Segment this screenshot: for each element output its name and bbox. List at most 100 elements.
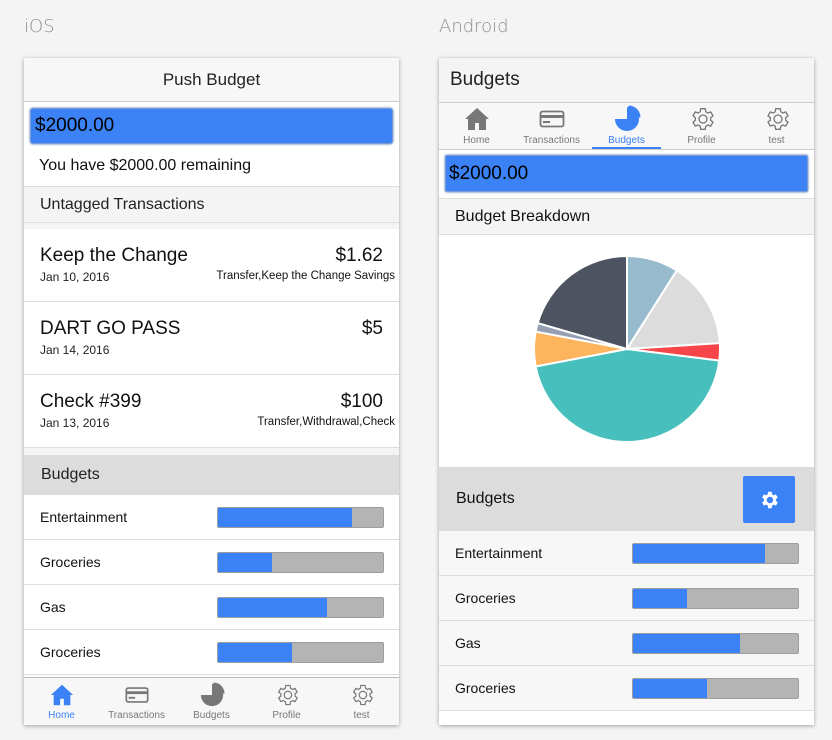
- tab-profile[interactable]: Profile: [664, 103, 739, 149]
- budget-breakdown-heading: Budget Breakdown: [439, 198, 814, 235]
- page-title: Push Budget: [24, 58, 399, 102]
- budget-progress-bar: [217, 507, 384, 528]
- transaction-date: Jan 13, 2016: [40, 416, 110, 430]
- tab-budgets[interactable]: Budgets: [174, 678, 249, 725]
- transaction-row[interactable]: Keep the Change Jan 10, 2016 $1.62 Trans…: [24, 229, 399, 302]
- page-title: Budgets: [439, 58, 814, 102]
- budget-row-entertainment[interactable]: Entertainment: [24, 495, 399, 540]
- tab-label: Profile: [272, 710, 301, 721]
- transaction-date: Jan 10, 2016: [40, 270, 110, 284]
- ios-screen: Push Budget You have $2000.00 remaining …: [24, 58, 399, 725]
- card-icon: [538, 105, 566, 133]
- tab-label: Home: [48, 710, 75, 721]
- budget-label: Entertainment: [455, 545, 543, 561]
- transaction-date: Jan 14, 2016: [40, 343, 110, 357]
- tab-label: Budgets: [608, 135, 645, 146]
- transaction-tags: Transfer,Withdrawal,Check: [257, 416, 395, 428]
- budget-row-entertainment[interactable]: Entertainment: [439, 531, 814, 576]
- tab-profile[interactable]: Profile: [249, 678, 324, 725]
- tab-label: test: [768, 135, 785, 146]
- transaction-amount: $1.62: [335, 245, 383, 266]
- gear-icon: [274, 682, 300, 708]
- budget-row-groceries[interactable]: Groceries: [439, 666, 814, 711]
- tab-transactions[interactable]: Transactions: [514, 103, 589, 149]
- tab-home[interactable]: Home: [24, 678, 99, 725]
- transaction-name: Check #399: [40, 391, 142, 412]
- budget-label: Entertainment: [40, 509, 128, 525]
- pie-icon: [613, 105, 641, 133]
- transaction-name: DART GO PASS: [40, 318, 181, 339]
- budget-row-groceries[interactable]: Groceries: [439, 576, 814, 621]
- budget-label: Groceries: [455, 590, 516, 606]
- budget-row-groceries[interactable]: Groceries: [24, 630, 399, 675]
- card-icon: [124, 682, 150, 708]
- budget-amount-input[interactable]: [30, 108, 393, 144]
- pie-icon: [199, 682, 225, 708]
- transaction-row[interactable]: DART GO PASS Jan 14, 2016 $5: [24, 302, 399, 375]
- budget-amount-input[interactable]: [445, 155, 808, 192]
- transaction-amount: $5: [361, 318, 383, 339]
- budgets-heading: Budgets: [456, 490, 515, 507]
- budgets-heading: Budgets: [24, 455, 399, 495]
- tab-transactions[interactable]: Transactions: [99, 678, 174, 725]
- budget-row-groceries[interactable]: Groceries: [24, 540, 399, 585]
- budget-label: Gas: [455, 635, 481, 651]
- budget-label: Gas: [40, 599, 66, 615]
- transaction-row[interactable]: Check #399 Jan 13, 2016 $100 Transfer,Wi…: [24, 375, 399, 448]
- budget-progress-bar: [217, 642, 384, 663]
- remaining-text: You have $2000.00 remaining: [39, 157, 252, 174]
- budget-breakdown-chart: [439, 235, 814, 467]
- budget-row-gas[interactable]: Gas: [24, 585, 399, 630]
- budget-row-gas[interactable]: Gas: [439, 621, 814, 666]
- budget-label: Groceries: [455, 680, 516, 696]
- android-tab-bar: Home Transactions Budgets Profile test: [439, 102, 814, 150]
- budget-progress-bar: [632, 543, 799, 564]
- budget-progress-fill: [218, 643, 293, 662]
- gear-icon: [762, 491, 778, 508]
- android-platform-label: Android: [439, 16, 509, 37]
- budget-list: Entertainment Groceries Gas Groceries: [439, 531, 814, 711]
- transaction-amount: $100: [340, 391, 383, 412]
- budgets-header: Budgets: [439, 467, 814, 531]
- budget-progress-fill: [218, 598, 327, 617]
- budget-label: Groceries: [40, 644, 101, 660]
- pie-slice: [534, 347, 721, 443]
- budget-progress-fill: [633, 589, 688, 608]
- gear-icon: [688, 105, 716, 133]
- transaction-tags: Transfer,Keep the Change Savings: [216, 270, 395, 282]
- budget-progress-fill: [633, 544, 765, 563]
- home-icon: [49, 682, 75, 708]
- android-screen: Budgets Home Transactions Budgets Profil…: [439, 58, 814, 725]
- budget-label: Groceries: [40, 554, 101, 570]
- pie-chart: [533, 254, 721, 443]
- tab-label: Home: [463, 135, 490, 146]
- budget-progress-fill: [218, 553, 273, 572]
- tab-label: Transactions: [108, 710, 165, 721]
- home-icon: [463, 105, 491, 133]
- tab-label: test: [353, 710, 370, 721]
- budget-list: Entertainment Groceries Gas Groceries: [24, 495, 399, 675]
- budget-progress-fill: [633, 634, 741, 653]
- tab-test[interactable]: test: [324, 678, 399, 725]
- gear-icon: [349, 682, 375, 708]
- budget-progress-bar: [632, 678, 799, 699]
- transaction-list: Keep the Change Jan 10, 2016 $1.62 Trans…: [24, 229, 399, 448]
- gear-icon: [763, 105, 791, 133]
- ios-platform-label: iOS: [24, 16, 55, 37]
- budget-progress-bar: [632, 633, 799, 654]
- tab-home[interactable]: Home: [439, 103, 514, 149]
- ios-tab-bar: Home Transactions Budgets Profile test: [24, 677, 399, 725]
- tab-test[interactable]: test: [739, 103, 814, 149]
- budget-settings-button[interactable]: [743, 476, 795, 523]
- tab-label: Profile: [687, 135, 716, 146]
- tab-label: Budgets: [193, 710, 230, 721]
- budget-progress-bar: [632, 588, 799, 609]
- tab-budgets[interactable]: Budgets: [589, 103, 664, 149]
- untagged-transactions-heading: Untagged Transactions: [24, 186, 399, 223]
- budget-progress-fill: [633, 679, 708, 698]
- budget-progress-bar: [217, 597, 384, 618]
- tab-label: Transactions: [523, 135, 580, 146]
- transaction-name: Keep the Change: [40, 245, 188, 266]
- budget-progress-bar: [217, 552, 384, 573]
- budget-progress-fill: [218, 508, 352, 527]
